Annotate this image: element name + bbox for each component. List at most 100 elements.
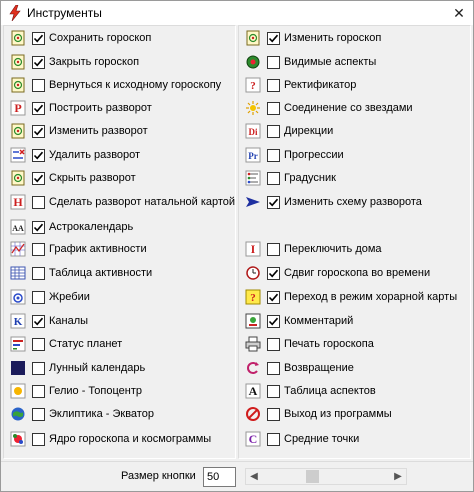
tool-row-activity-chart[interactable]: График активности: [4, 239, 147, 259]
tool-checkbox[interactable]: [267, 55, 280, 69]
button-size-slider[interactable]: ◀ ▶: [245, 468, 407, 485]
tool-row-channels[interactable]: K Каналы: [4, 311, 88, 331]
tool-checkbox[interactable]: [32, 171, 45, 185]
tool-row-visible-aspects[interactable]: Видимые аспекты: [239, 52, 376, 72]
tool-row-directions[interactable]: Di Дирекции: [239, 121, 333, 141]
tool-checkbox[interactable]: [32, 31, 45, 45]
slider-thumb[interactable]: [306, 470, 319, 483]
tool-label: Сдвиг гороскопа во времени: [284, 267, 431, 279]
tool-row-lots[interactable]: Жребии: [4, 287, 90, 307]
tool-checkbox[interactable]: [32, 148, 45, 162]
tool-row-hide-spread[interactable]: Скрыть разворот: [4, 168, 136, 188]
spread-to-natal-icon: H: [10, 194, 26, 210]
tool-checkbox[interactable]: [32, 78, 45, 92]
tool-label: Соединение со звездами: [284, 102, 413, 114]
window-title: Инструменты: [27, 6, 102, 20]
tool-row-build-spread[interactable]: P Построить разворот: [4, 98, 152, 118]
tool-checkbox[interactable]: [267, 384, 280, 398]
tool-label: Изменить гороскоп: [284, 32, 382, 44]
tool-checkbox[interactable]: [32, 266, 45, 280]
tool-checkbox[interactable]: [267, 407, 280, 421]
tool-row-rectifier[interactable]: ? Ректификатор: [239, 75, 356, 95]
tool-row-degree-meter[interactable]: Градусник: [239, 168, 336, 188]
tool-row-print-horoscope[interactable]: Печать гороскопа: [239, 334, 374, 354]
tool-checkbox[interactable]: [267, 337, 280, 351]
tool-checkbox[interactable]: [32, 124, 45, 138]
slider-left-arrow-icon[interactable]: ◀: [246, 469, 262, 484]
tool-checkbox[interactable]: [267, 124, 280, 138]
tool-row-midpoints[interactable]: C Средние точки: [239, 429, 359, 449]
tool-row-planet-status[interactable]: Статус планет: [4, 334, 122, 354]
tool-checkbox[interactable]: [267, 78, 280, 92]
tool-checkbox[interactable]: [32, 432, 45, 446]
tool-row-star-conjunction[interactable]: Соединение со звездами: [239, 98, 413, 118]
tool-row-ecliptic-equator[interactable]: Эклиптика - Экватор: [4, 404, 154, 424]
tool-checkbox[interactable]: [32, 337, 45, 351]
tool-row-return[interactable]: Возвращение: [239, 358, 354, 378]
tool-checkbox[interactable]: [32, 101, 45, 115]
tool-label: Закрыть гороскоп: [49, 56, 140, 68]
tool-row-delete-spread[interactable]: Удалить разворот: [4, 145, 140, 165]
tool-checkbox[interactable]: [267, 432, 280, 446]
tool-row-exit-program[interactable]: Выход из программы: [239, 404, 392, 424]
button-size-input[interactable]: [203, 467, 236, 487]
channels-icon: K: [10, 313, 26, 329]
tool-label: Вернуться к исходному гороскопу: [49, 79, 222, 91]
tool-row-astro-calendar[interactable]: AA Астрокалендарь: [4, 217, 133, 237]
tool-checkbox[interactable]: [32, 242, 45, 256]
tool-row-switch-houses[interactable]: I Переключить дома: [239, 239, 382, 259]
tool-label: График активности: [49, 243, 147, 255]
tool-label: Скрыть разворот: [49, 172, 136, 184]
tool-row-edit-horoscope[interactable]: Изменить гороскоп: [239, 28, 381, 48]
tool-label: Каналы: [49, 315, 89, 327]
tool-row-horoscope-core[interactable]: Ядро гороскопа и космограммы: [4, 429, 211, 449]
tool-row-lunar-calendar[interactable]: Лунный календарь: [4, 358, 145, 378]
svg-text:I: I: [251, 242, 256, 256]
tool-checkbox[interactable]: [267, 314, 280, 328]
edit-horoscope-icon: [245, 30, 261, 46]
tool-checkbox[interactable]: [267, 195, 280, 209]
svg-text:?: ?: [250, 80, 256, 92]
tool-row-horary-mode[interactable]: ? Переход в режим хорарной карты: [239, 287, 457, 307]
tool-label: Прогрессии: [284, 149, 344, 161]
tool-checkbox[interactable]: [267, 101, 280, 115]
tool-row-return-original[interactable]: Вернуться к исходному гороскопу: [4, 75, 221, 95]
tool-checkbox[interactable]: [267, 361, 280, 375]
tool-checkbox[interactable]: [267, 31, 280, 45]
tool-row-spread-to-natal[interactable]: H Сделать разворот натальной картой: [4, 192, 235, 212]
tool-row-close-horoscope[interactable]: Закрыть гороскоп: [4, 52, 139, 72]
tool-row-spread-scheme[interactable]: Изменить схему разворота: [239, 192, 422, 212]
tool-checkbox[interactable]: [32, 55, 45, 69]
aspects-table-icon: A: [245, 383, 261, 399]
tool-checkbox[interactable]: [32, 407, 45, 421]
tool-label: Возвращение: [284, 362, 354, 374]
tool-row-progressions[interactable]: Pr Прогрессии: [239, 145, 344, 165]
tool-label: Переход в режим хорарной карты: [284, 291, 458, 303]
tool-row-time-shift[interactable]: Сдвиг гороскопа во времени: [239, 263, 430, 283]
switch-houses-icon: I: [245, 241, 261, 257]
tool-checkbox[interactable]: [32, 361, 45, 375]
tool-row-edit-spread[interactable]: Изменить разворот: [4, 121, 148, 141]
tool-row-helio-topocenter[interactable]: Гелио - Топоцентр: [4, 381, 142, 401]
tool-checkbox[interactable]: [32, 290, 45, 304]
tool-checkbox[interactable]: [32, 195, 45, 209]
tool-checkbox[interactable]: [32, 220, 45, 234]
tool-checkbox[interactable]: [32, 314, 45, 328]
tool-checkbox[interactable]: [267, 290, 280, 304]
tool-row-aspects-table[interactable]: A Таблица аспектов: [239, 381, 376, 401]
tool-checkbox[interactable]: [267, 148, 280, 162]
tool-checkbox[interactable]: [267, 242, 280, 256]
app-lightning-icon: [7, 5, 23, 21]
tool-label: Сделать разворот натальной картой: [49, 196, 236, 208]
close-window-button[interactable]: ✕: [451, 5, 467, 21]
left-tools-panel: Сохранить гороскоп Закрыть гороскоп Вернут…: [3, 25, 236, 459]
tool-row-comment[interactable]: Комментарий: [239, 311, 353, 331]
tool-checkbox[interactable]: [32, 384, 45, 398]
tool-checkbox[interactable]: [267, 171, 280, 185]
tool-label: Удалить разворот: [49, 149, 141, 161]
tool-checkbox[interactable]: [267, 266, 280, 280]
slider-right-arrow-icon[interactable]: ▶: [390, 469, 406, 484]
right-tools-panel: Изменить гороскоп Видимые аспекты ? Ректифи…: [238, 25, 471, 459]
tool-row-save-horoscope[interactable]: Сохранить гороскоп: [4, 28, 151, 48]
tool-row-activity-table[interactable]: Таблица активности: [4, 263, 152, 283]
